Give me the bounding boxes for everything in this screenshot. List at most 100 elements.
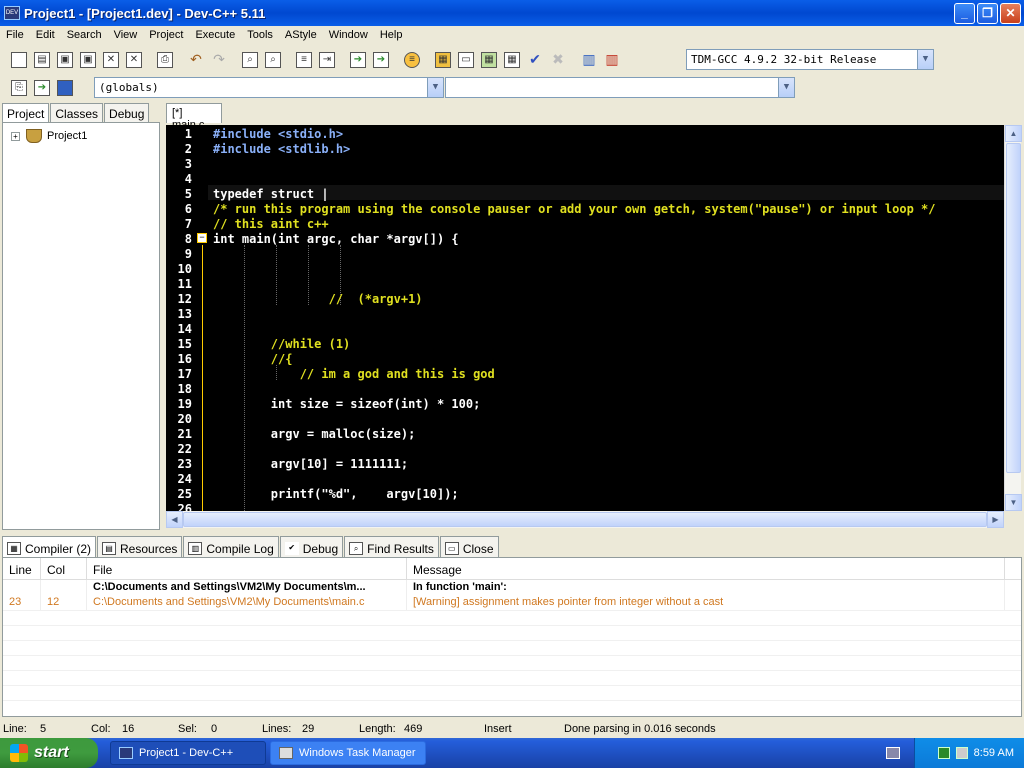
task-manager-tray-icon[interactable] — [937, 747, 950, 759]
menu-search[interactable]: Search — [61, 29, 108, 41]
menu-view[interactable]: View — [108, 29, 144, 41]
tab-debug[interactable]: Debug — [104, 103, 150, 123]
indent-button[interactable]: ≡ — [293, 49, 315, 71]
tab-compiler[interactable]: ▦ Compiler (2) — [2, 536, 97, 557]
replace-button[interactable]: ⌕ — [262, 49, 284, 71]
tab-close[interactable]: ▭ Close — [439, 536, 499, 557]
run-button[interactable]: ▭ — [455, 49, 477, 71]
tab-debug-bottom[interactable]: ✔ Debug — [279, 536, 344, 557]
menu-astyle[interactable]: AStyle — [279, 29, 323, 41]
save-all-button[interactable]: ▣ — [77, 49, 99, 71]
undo-button[interactable]: ↶ — [185, 49, 207, 71]
scroll-left-icon[interactable]: ◀ — [166, 511, 183, 528]
goto-bookmark-button[interactable] — [54, 77, 76, 99]
code-line[interactable]: // this aint c++ — [213, 217, 329, 232]
tab-project[interactable]: Project — [2, 103, 50, 123]
chevron-down-icon[interactable]: ▼ — [778, 78, 794, 97]
table-row[interactable]: 23 12 C:\Documents and Settings\VM2\My D… — [3, 595, 1021, 610]
expand-icon[interactable]: + — [11, 131, 20, 141]
cell-message: [Warning] assignment makes pointer from … — [407, 595, 1005, 610]
compile-button[interactable]: ▦ — [432, 49, 454, 71]
tab-classes[interactable]: Classes — [50, 103, 104, 123]
close-all-button[interactable]: ✕ — [123, 49, 145, 71]
taskbar-item-task-manager[interactable]: Windows Task Manager — [270, 741, 426, 765]
close-button[interactable]: ✕ — [1000, 3, 1021, 24]
start-button[interactable]: start — [0, 738, 98, 768]
menu-edit[interactable]: Edit — [30, 29, 61, 41]
scroll-up-icon[interactable]: ▲ — [1005, 125, 1022, 142]
find-button[interactable]: ⌕ — [239, 49, 261, 71]
stop-execution-button[interactable]: ✖ — [547, 49, 569, 71]
add-to-project-button[interactable]: ➔ — [347, 49, 369, 71]
compile-run-button[interactable]: ▦ — [478, 49, 500, 71]
line-number: 4 — [184, 172, 192, 186]
delete-profile-button[interactable]: ▥ — [601, 49, 623, 71]
code-line[interactable]: typedef struct | — [213, 187, 329, 202]
line-number: 12 — [177, 292, 192, 306]
code-line[interactable]: // (*argv+1) — [213, 292, 423, 307]
fold-collapse-icon[interactable]: − — [197, 233, 207, 243]
menu-execute[interactable]: Execute — [189, 29, 241, 41]
save-button[interactable]: ▣ — [54, 49, 76, 71]
rebuild-button[interactable]: ▦ — [501, 49, 523, 71]
tab-resources[interactable]: ▤ Resources — [97, 536, 183, 557]
compiler-select[interactable]: TDM-GCC 4.9.2 32-bit Release ▼ — [686, 49, 934, 70]
col-header-file[interactable]: File — [87, 558, 407, 579]
close-file-button[interactable]: ✕ — [100, 49, 122, 71]
code-line[interactable]: int main(int argc, char *argv[]) { — [213, 232, 459, 247]
chevron-down-icon[interactable]: ▼ — [427, 78, 443, 97]
col-header-line[interactable]: Line — [3, 558, 41, 579]
tab-find-results[interactable]: ⌕ Find Results — [344, 536, 439, 557]
code-line[interactable]: #include <stdio.h> — [213, 127, 343, 142]
code-line[interactable]: int size = sizeof(int) * 100; — [213, 397, 481, 412]
table-row[interactable]: C:\Documents and Settings\VM2\My Documen… — [3, 580, 1021, 595]
col-header-message[interactable]: Message — [407, 558, 1005, 579]
editor-tab-main-c[interactable]: [*] main.c — [166, 103, 222, 131]
editor-vertical-scrollbar[interactable]: ▲ ▼ — [1004, 125, 1022, 511]
minimize-button[interactable]: _ — [954, 3, 975, 24]
menu-window[interactable]: Window — [323, 29, 374, 41]
open-button[interactable]: ▤ — [31, 49, 53, 71]
code-line[interactable]: //{ — [213, 352, 293, 367]
insert-button[interactable]: ⎘ — [8, 77, 30, 99]
code-line[interactable]: //while (1) — [213, 337, 350, 352]
toggle-bookmark-button[interactable]: ➔ — [31, 77, 53, 99]
editor-horizontal-scrollbar[interactable]: ◀ ▶ — [166, 511, 1004, 528]
maximize-button[interactable]: ❐ — [977, 3, 998, 24]
new-file-button[interactable] — [8, 49, 30, 71]
project-options-button[interactable]: ≡ — [401, 49, 423, 71]
menu-help[interactable]: Help — [374, 29, 409, 41]
menu-project[interactable]: Project — [143, 29, 189, 41]
remove-from-project-button[interactable]: ➔ — [370, 49, 392, 71]
scroll-right-icon[interactable]: ▶ — [987, 511, 1004, 528]
profile-button[interactable]: ▥ — [578, 49, 600, 71]
print-button[interactable]: ⎙ — [154, 49, 176, 71]
keyboard-icon[interactable] — [886, 747, 900, 759]
chevron-down-icon[interactable]: ▼ — [917, 50, 933, 69]
code-line[interactable]: #include <stdlib.h> — [213, 142, 350, 157]
code-line[interactable]: /* run this program using the console pa… — [213, 202, 935, 217]
network-icon[interactable] — [955, 747, 968, 759]
globals-select[interactable]: (globals) ▼ — [94, 77, 444, 98]
code-line[interactable]: argv = malloc(size); — [213, 427, 416, 442]
goto-line-button[interactable]: ⇥ — [316, 49, 338, 71]
compile-log-icon: ▥ — [188, 542, 203, 555]
syntax-check-button[interactable]: ✔ — [524, 49, 546, 71]
cell-message: In function 'main': — [407, 580, 1005, 595]
tree-item-project1[interactable]: + Project1 — [11, 129, 87, 143]
code-line[interactable]: // im a god and this is god — [213, 367, 495, 382]
clock[interactable]: 8:59 AM — [974, 747, 1014, 759]
scroll-thumb[interactable] — [1006, 143, 1021, 473]
col-header-col[interactable]: Col — [41, 558, 87, 579]
code-line[interactable]: argv[10] = 1111111; — [213, 457, 408, 472]
code-editor[interactable]: 1 2 3 4 5 6 7 8 9 10 11 12 13 14 15 16 17 18 19 20 21 22 23 24 2… — [166, 125, 1004, 511]
taskbar-item-devcpp[interactable]: Project1 - Dev-C++ — [110, 741, 266, 765]
code-line[interactable]: printf("%d", argv[10]); — [213, 487, 459, 502]
scroll-down-icon[interactable]: ▼ — [1005, 494, 1022, 511]
tab-compile-log[interactable]: ▥ Compile Log — [183, 536, 279, 557]
members-select[interactable]: ▼ — [445, 77, 795, 98]
scroll-thumb[interactable] — [183, 512, 987, 527]
menu-file[interactable]: File — [0, 29, 30, 41]
menu-tools[interactable]: Tools — [241, 29, 279, 41]
redo-button[interactable]: ↷ — [208, 49, 230, 71]
